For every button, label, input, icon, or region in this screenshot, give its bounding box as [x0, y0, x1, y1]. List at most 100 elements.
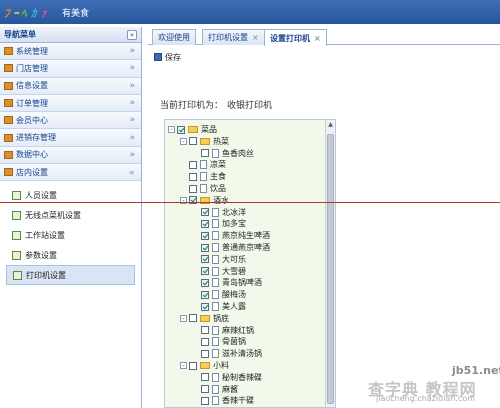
tree-node[interactable]: 香辣干碟 — [201, 395, 254, 406]
menu-label: 数据中心 — [16, 150, 48, 160]
collapse-toggle-icon[interactable]: - — [180, 314, 187, 322]
menu-store-management[interactable]: 门店管理 » — [0, 60, 141, 78]
tree-node[interactable]: - 小料 — [180, 360, 229, 371]
menu-label: 会员中心 — [16, 115, 48, 125]
tab-configure-printer[interactable]: 设置打印机 × — [264, 29, 327, 46]
tree-node[interactable]: 麻辣红锅 — [201, 325, 254, 336]
sidebar-item-printer-settings[interactable]: 打印机设置 — [6, 265, 135, 286]
sidebar-item-wireless-ordering-settings[interactable]: 无线点菜机设置 — [6, 205, 135, 225]
collapse-sidebar-button[interactable]: « — [127, 29, 137, 40]
tree-node-checkbox[interactable] — [201, 149, 209, 158]
settings-icon — [12, 250, 21, 260]
tree-node[interactable]: 滋补清汤锅 — [201, 348, 262, 359]
tree-node-checkbox[interactable] — [201, 243, 209, 252]
tree-node-checkbox[interactable] — [201, 337, 209, 346]
tree-node[interactable]: 青岛锅啤酒 — [201, 277, 262, 288]
tree-node-checkbox[interactable] — [189, 196, 197, 205]
tree-node[interactable]: 凉菜 — [189, 159, 226, 170]
tree-node-checkbox[interactable] — [201, 208, 209, 217]
tree-node[interactable]: 饮品 — [189, 183, 226, 194]
annotation-line — [0, 202, 500, 203]
chevron-down-icon: » — [129, 80, 135, 91]
current-printer-line: 当前打印机为： 收银打印机 — [160, 98, 272, 111]
tree-node-checkbox[interactable] — [201, 385, 209, 394]
tree-node[interactable]: - 热菜 — [180, 136, 229, 147]
tree-node[interactable]: 骨菌锅 — [201, 336, 246, 347]
tree-node-checkbox[interactable] — [201, 349, 209, 358]
document-icon — [212, 254, 219, 264]
tree-node-checkbox[interactable] — [201, 278, 209, 287]
folder-icon — [200, 137, 210, 145]
current-printer-name: 收银打印机 — [227, 101, 273, 111]
tree-node-checkbox[interactable] — [189, 314, 197, 323]
menu-label: 门店管理 — [16, 63, 48, 73]
tree-node[interactable]: - 锅底 — [180, 313, 229, 324]
tree-node-checkbox[interactable] — [189, 137, 197, 146]
menu-label: 进销存管理 — [16, 133, 56, 143]
save-label: 保存 — [165, 52, 181, 62]
tree-node[interactable]: 燕京纯生啤酒 — [201, 230, 270, 241]
tab-welcome[interactable]: 欢迎使用 — [152, 29, 196, 45]
scrollbar-thumb[interactable] — [327, 134, 334, 404]
tree-node[interactable]: 大可乐 — [201, 254, 246, 265]
tree-node[interactable]: 酸梅汤 — [201, 289, 246, 300]
tree-node-checkbox[interactable] — [201, 219, 209, 228]
document-icon — [212, 349, 219, 359]
tree-node[interactable]: 鱼香肉丝 — [201, 148, 254, 159]
scroll-up-icon[interactable]: ▲ — [327, 121, 334, 129]
tree-node[interactable]: 北冰洋 — [201, 207, 246, 218]
document-icon — [212, 372, 219, 382]
menu-data-center[interactable]: 数据中心 » — [0, 146, 141, 165]
save-icon — [154, 53, 162, 61]
collapse-toggle-icon[interactable]: - — [180, 137, 187, 145]
chevron-down-icon: » — [129, 98, 135, 109]
document-icon — [212, 243, 219, 252]
sidebar-item-label: 工作站设置 — [25, 230, 65, 240]
tree-node[interactable]: - 菜品 — [168, 124, 217, 135]
tree-node-checkbox[interactable] — [189, 160, 197, 169]
tree-node-label: 大可乐 — [222, 254, 246, 264]
tree-scrollbar[interactable]: ▲ — [325, 120, 335, 407]
save-button[interactable]: 保存 — [154, 52, 181, 63]
top-header-bar: ﾌ ｰ ﾍ ｶ ｧ 有美食 — [0, 0, 500, 24]
close-icon[interactable]: × — [314, 34, 321, 43]
tree-node-checkbox[interactable] — [201, 267, 209, 276]
tree-node[interactable]: 大雪碧 — [201, 266, 246, 277]
menu-in-store-settings[interactable]: 店内设置 » — [0, 164, 141, 182]
menu-label: 系统管理 — [16, 46, 48, 56]
tree-node-checkbox[interactable] — [189, 172, 197, 181]
tree-node-checkbox[interactable] — [201, 373, 209, 382]
folder-icon — [4, 150, 13, 159]
tree-node-checkbox[interactable] — [201, 396, 209, 405]
tab-printer-settings[interactable]: 打印机设置 × — [202, 29, 265, 45]
collapse-toggle-icon[interactable]: - — [180, 362, 187, 369]
tree-node-checkbox[interactable] — [201, 326, 209, 335]
tree-node-checkbox[interactable] — [201, 255, 209, 264]
sidebar-item-parameter-settings[interactable]: 参数设置 — [6, 245, 135, 265]
tree-node[interactable]: 美人露 — [201, 301, 246, 312]
sidebar-item-workstation-settings[interactable]: 工作站设置 — [6, 225, 135, 245]
menu-info-settings[interactable]: 信息设置 » — [0, 77, 141, 95]
tree-node[interactable]: - 酒水 — [180, 195, 229, 206]
tree-node[interactable]: 加多宝 — [201, 218, 246, 229]
menu-label: 信息设置 — [16, 81, 48, 91]
tree-node-checkbox[interactable] — [201, 290, 209, 299]
tree-node-label: 酸梅汤 — [222, 290, 246, 300]
settings-icon — [12, 190, 21, 200]
tree-node[interactable]: 主食 — [189, 171, 226, 182]
tree-node[interactable]: 秘制香辣碟 — [201, 372, 262, 383]
tree-node-checkbox[interactable] — [189, 361, 197, 370]
menu-system-management[interactable]: 系统管理 » — [0, 43, 141, 61]
menu-order-management[interactable]: 订单管理 » — [0, 94, 141, 113]
tree-node[interactable]: 麻酱 — [201, 384, 238, 395]
tree-node-checkbox[interactable] — [201, 302, 209, 311]
tree-node-checkbox[interactable] — [177, 125, 185, 134]
menu-category-tree: - 菜品 - 热菜 鱼香肉丝 凉菜 主食 饮品 - 酒水 北冰洋 加多宝 燕京纯生啤酒 普通燕京啤酒 大可乐… — [164, 119, 336, 408]
tree-node[interactable]: 普通燕京啤酒 — [201, 242, 270, 253]
tree-node-checkbox[interactable] — [201, 231, 209, 240]
collapse-toggle-icon[interactable]: - — [168, 126, 175, 133]
close-icon[interactable]: × — [252, 33, 259, 42]
tree-node-checkbox[interactable] — [189, 184, 197, 193]
menu-inventory-management[interactable]: 进销存管理 » — [0, 129, 141, 147]
menu-member-center[interactable]: 会员中心 » — [0, 112, 141, 130]
